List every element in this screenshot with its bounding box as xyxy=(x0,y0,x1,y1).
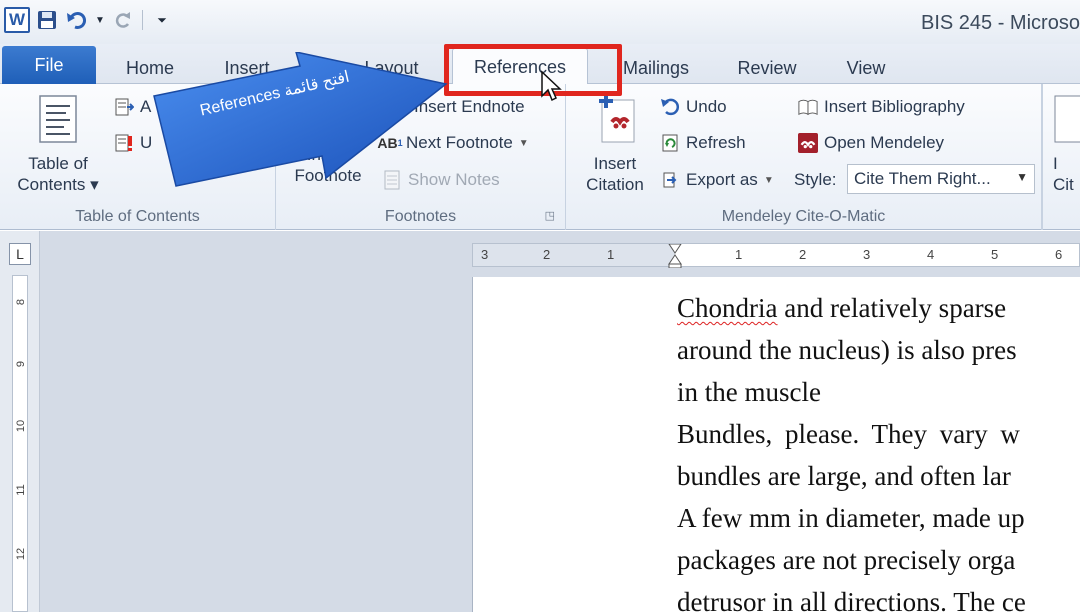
ruler-number: 2 xyxy=(543,247,551,262)
insert-citation-button[interactable]: Insert Citation xyxy=(574,94,656,195)
table-of-contents-label-1: Table of xyxy=(28,154,88,173)
ruler-number: 1 xyxy=(735,247,743,262)
title-bar: W ▼ ⏷ BIS 245 - Microso xyxy=(0,0,1080,44)
table-of-contents-icon xyxy=(8,94,108,149)
ruler-number: 6 xyxy=(1055,247,1063,262)
table-of-contents-label-2: Contents ▾ xyxy=(17,175,99,194)
partial-insert-button[interactable]: I Cit xyxy=(1053,94,1080,195)
ruler-number: 9 xyxy=(15,360,27,368)
export-as-label: Export as xyxy=(686,170,758,189)
refresh-label: Refresh xyxy=(686,133,746,152)
ruler-number: 10 xyxy=(15,419,27,433)
undo-icon[interactable] xyxy=(64,7,90,33)
document-body[interactable]: Chondria and relatively sparse around th… xyxy=(677,287,1080,612)
dialog-launcher-icon[interactable]: ◳ xyxy=(545,209,555,222)
horizontal-ruler: 3 2 1 1 2 3 4 5 6 xyxy=(472,243,1080,268)
refresh-icon xyxy=(660,133,680,153)
document-line: Bundles, please. They vary w xyxy=(677,419,1020,449)
insert-citation-label-1: Insert xyxy=(593,154,637,173)
update-table-icon xyxy=(114,133,134,153)
tab-stop-selector-icon[interactable]: L xyxy=(9,243,31,265)
tab-review[interactable]: Review xyxy=(722,52,812,84)
misspelled-word: Chondria xyxy=(677,293,778,323)
ruler-number: 3 xyxy=(481,247,489,262)
indent-marker-icon[interactable] xyxy=(667,244,683,268)
ruler-number: 4 xyxy=(927,247,935,262)
open-mendeley-button[interactable]: Open Mendeley xyxy=(798,130,944,156)
customize-toolbar-icon[interactable]: ⏷ xyxy=(149,7,175,33)
vertical-ruler: 8 9 10 11 12 xyxy=(12,275,28,612)
group-label-footnotes: Footnotes xyxy=(384,208,457,225)
undo-label: Undo xyxy=(686,97,727,116)
citation-style-select[interactable]: Cite Them Right... ▼ xyxy=(847,164,1035,194)
chevron-down-icon: ▼ xyxy=(518,137,529,149)
redo-icon[interactable] xyxy=(110,7,136,33)
partial-label-2: Cit xyxy=(1053,175,1074,194)
ruler-number: 1 xyxy=(607,247,615,262)
references-highlight-box xyxy=(444,44,622,96)
ruler-number: 8 xyxy=(15,298,27,306)
document-line-text: and relatively sparse xyxy=(777,293,1007,323)
document-line: in the muscle xyxy=(677,377,821,407)
ruler-number: 11 xyxy=(15,484,27,496)
ruler-number: 12 xyxy=(15,547,27,561)
group-label-table-of-contents: Table of Contents xyxy=(75,208,200,225)
tab-view[interactable]: View xyxy=(830,52,902,84)
export-icon xyxy=(660,170,680,190)
document-line: packages are not precisely orga xyxy=(677,545,1016,575)
undo-button[interactable]: Undo xyxy=(660,94,727,120)
refresh-button[interactable]: Refresh xyxy=(660,130,746,156)
bibliography-icon xyxy=(798,97,818,117)
document-line: detrusor in all directions. The ce xyxy=(677,587,1026,612)
ruler-number: 3 xyxy=(863,247,871,262)
undo-arrow-icon xyxy=(660,97,680,117)
callout-arrow xyxy=(153,52,448,187)
chevron-down-icon: ▼ xyxy=(763,174,774,186)
word-logo-icon[interactable]: W xyxy=(4,7,30,33)
insert-bibliography-label: Insert Bibliography xyxy=(824,97,965,116)
window-title: BIS 245 - Microso xyxy=(921,12,1080,34)
partial-label-1: I xyxy=(1053,154,1058,173)
group-mendeley: Insert Citation Undo Refresh Export as ▼… xyxy=(566,84,1042,230)
document-line: bundles are large, and often lar xyxy=(677,461,1011,491)
update-table-button[interactable]: U xyxy=(114,130,152,156)
insert-bibliography-button[interactable]: Insert Bibliography xyxy=(798,94,965,120)
table-of-contents-button[interactable]: Table of Contents ▾ xyxy=(8,94,108,195)
ruler-margin xyxy=(473,244,675,266)
ruler-number: 2 xyxy=(799,247,807,262)
group-partial: I Cit xyxy=(1042,84,1080,230)
toolbar-divider xyxy=(142,10,143,30)
save-icon[interactable] xyxy=(34,7,60,33)
quick-access-toolbar: W ▼ ⏷ xyxy=(4,7,175,33)
open-mendeley-label: Open Mendeley xyxy=(824,133,945,152)
export-as-button[interactable]: Export as ▼ xyxy=(660,167,774,193)
chevron-down-icon: ▼ xyxy=(1016,170,1028,184)
document-line: around the nucleus) is also pres xyxy=(677,335,1017,365)
document-icon xyxy=(1053,94,1080,149)
undo-dropdown-icon[interactable]: ▼ xyxy=(94,7,106,33)
document-workspace: L 8 9 10 11 12 3 2 1 1 2 3 4 5 6 Chondri… xyxy=(0,231,1080,612)
insert-citation-label-2: Citation xyxy=(586,175,644,194)
document-page[interactable]: Chondria and relatively sparse around th… xyxy=(472,277,1080,612)
citation-style-value: Cite Them Right... xyxy=(854,169,991,188)
document-line: A few mm in diameter, made up xyxy=(677,503,1025,533)
add-text-button[interactable]: A xyxy=(114,94,151,120)
mendeley-icon xyxy=(798,133,818,153)
document-line: Chondria and relatively sparse xyxy=(677,287,1080,329)
style-label: Style: xyxy=(794,170,837,189)
add-text-icon xyxy=(114,97,134,117)
mouse-cursor-icon xyxy=(541,70,562,102)
tab-file[interactable]: File xyxy=(2,46,96,84)
vertical-ruler-area: L 8 9 10 11 12 xyxy=(0,231,40,612)
group-label-mendeley: Mendeley Cite-O-Matic xyxy=(721,208,886,225)
ruler-number: 5 xyxy=(991,247,999,262)
insert-citation-icon xyxy=(574,94,656,149)
